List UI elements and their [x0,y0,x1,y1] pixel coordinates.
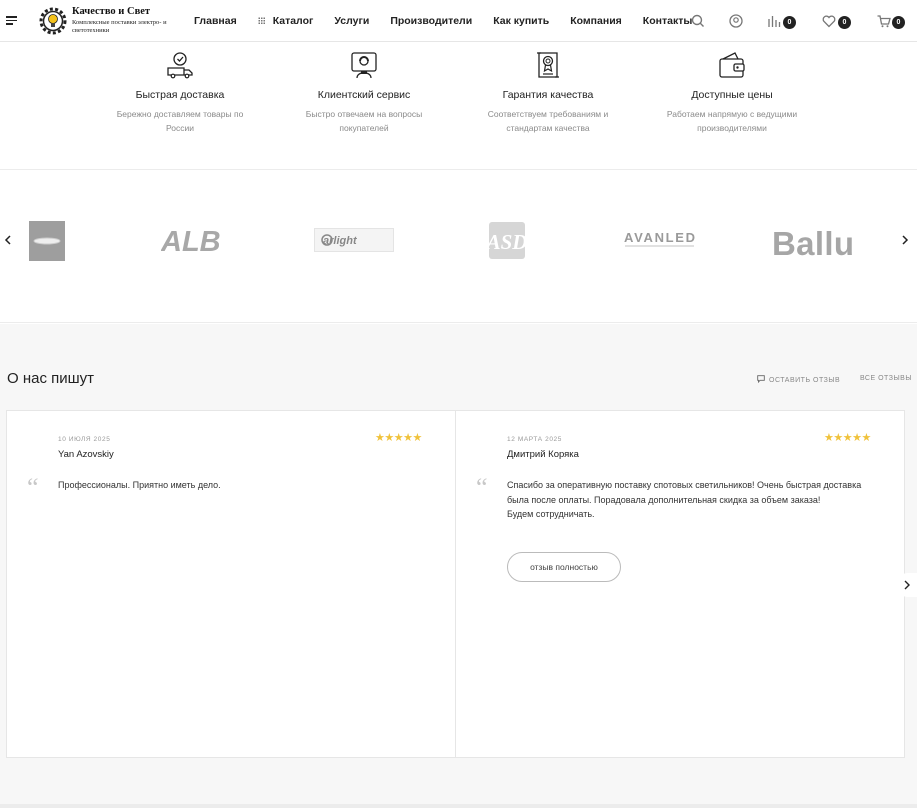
nav-company[interactable]: Компания [570,15,622,27]
heart-icon[interactable] [821,13,837,29]
brand-name: ALB [161,226,221,256]
nav-home[interactable]: Главная [194,15,237,27]
feature-prices: Доступные цены Работаем напрямую с ведущ… [657,50,807,135]
chevron-right-icon[interactable] [900,235,910,245]
compare-count-badge: 0 [783,16,796,29]
brand-ballu[interactable]: Ballu [772,225,856,262]
feature-title: Доступные цены [691,89,773,101]
nav-contacts[interactable]: Контакты [643,15,693,27]
round-light-icon [33,237,61,245]
all-reviews-link[interactable]: все отзывы [860,375,912,382]
favorites-count-badge: 0 [838,16,851,29]
chevron-right-icon [904,580,910,590]
read-full-review-button[interactable]: отзыв полностью [507,552,621,582]
brand-asd[interactable]: ASD [485,222,528,259]
arlight-logo: arlight [321,234,358,247]
ballu-logo: Ballu [772,225,854,262]
user-account-icon[interactable] [728,13,744,29]
grid-icon [257,17,265,24]
brand-alb[interactable]: ALB [160,226,241,258]
brand-name: Ballu [772,226,854,260]
reviews-carousel: 10 июля 2025 ★★★★★ Yan Azovskiy “ Профес… [6,410,905,758]
search-icon[interactable] [690,13,706,29]
leave-review-label: оставить отзыв [769,377,841,384]
comment-icon [757,375,765,384]
brand-name: ASD [489,230,525,254]
brand-name: arlight [323,235,358,247]
feature-title: Гарантия качества [502,89,594,101]
brand-name: AVANLED [624,230,695,245]
review-card: 10 июля 2025 ★★★★★ Yan Azovskiy “ Профес… [7,411,455,757]
quality-certificate-icon [537,52,559,78]
reviews-title: О нас пишут [7,370,95,387]
review-date: 12 марта 2025 [507,436,562,443]
feature-title: Быстрая доставка [135,89,225,101]
review-card: 12 марта 2025 ★★★★★ Дмитрий Коряка “ Спа… [456,411,904,757]
alb-logo: ALB [160,226,221,258]
brand-avanled[interactable]: AVANLED [624,230,696,250]
features-section: Быстрая доставка Бережно доставляем това… [0,42,917,170]
chevron-left-icon[interactable] [3,235,13,245]
feature-desc: Бережно доставляем товары по России [116,109,244,133]
nav-catalog[interactable]: Каталог [257,15,314,27]
feature-desc: Работаем напрямую с ведущими производите… [666,109,798,133]
logo[interactable]: Качество и Свет Комплексные поставки эле… [36,4,167,38]
brand-arlight[interactable]: arlight [314,228,394,252]
customer-service-icon [351,52,377,79]
footer-edge [0,804,917,808]
review-text: Спасибо за оперативную поставку спотовых… [507,480,862,520]
main-nav: Главная Каталог Услуги Производители Как… [194,15,713,27]
feature-quality: Гарантия качества Соответствуем требован… [473,50,623,135]
nav-how-to-buy[interactable]: Как купить [493,15,549,27]
feature-delivery: Быстрая доставка Бережно доставляем това… [105,50,255,135]
review-date: 10 июля 2025 [58,436,111,443]
nav-manufacturers[interactable]: Производители [390,15,472,27]
wallet-icon [719,52,745,78]
site-header: Качество и Свет Комплексные поставки эле… [0,0,917,42]
feature-desc: Быстро отвечаем на вопросы покупателей [305,109,423,133]
compare-icon[interactable] [767,13,783,29]
review-author: Yan Azovskiy [58,449,114,460]
logo-title: Качество и Свет [72,6,151,17]
feature-service: Клиентский сервис Быстро отвечаем на воп… [289,50,439,135]
brand-logo-partial[interactable] [29,221,65,261]
review-text: Профессионалы. Приятно иметь дело. [58,480,221,490]
menu-burger-icon[interactable] [6,16,17,25]
next-review-button[interactable] [896,573,917,597]
review-author: Дмитрий Коряка [507,449,579,460]
rating-stars: ★★★★★ [375,432,422,444]
rating-stars: ★★★★★ [824,432,871,444]
delivery-van-icon [167,52,193,79]
feature-desc: Соответствуем требованиям и стандартам к… [487,109,609,133]
cart-count-badge: 0 [892,16,905,29]
avanled-logo: AVANLED [624,230,695,247]
asd-logo: ASD [485,230,528,254]
reviews-section: О нас пишут оставить отзыв все отзывы 10… [0,324,917,804]
cart-icon[interactable] [876,13,892,29]
nav-catalog-label: Каталог [272,15,314,27]
quote-icon: “ [476,473,488,502]
feature-title: Клиентский сервис [317,89,411,101]
leave-review-link[interactable]: оставить отзыв [757,375,840,384]
quote-icon: “ [27,473,39,502]
logo-subtitle: Комплексные поставки электро- и светотех… [72,19,167,34]
brands-carousel: ALB arlight ASD AVANLED Ballu [0,170,917,323]
gear-bulb-logo-icon [39,7,67,35]
nav-services[interactable]: Услуги [334,15,369,27]
